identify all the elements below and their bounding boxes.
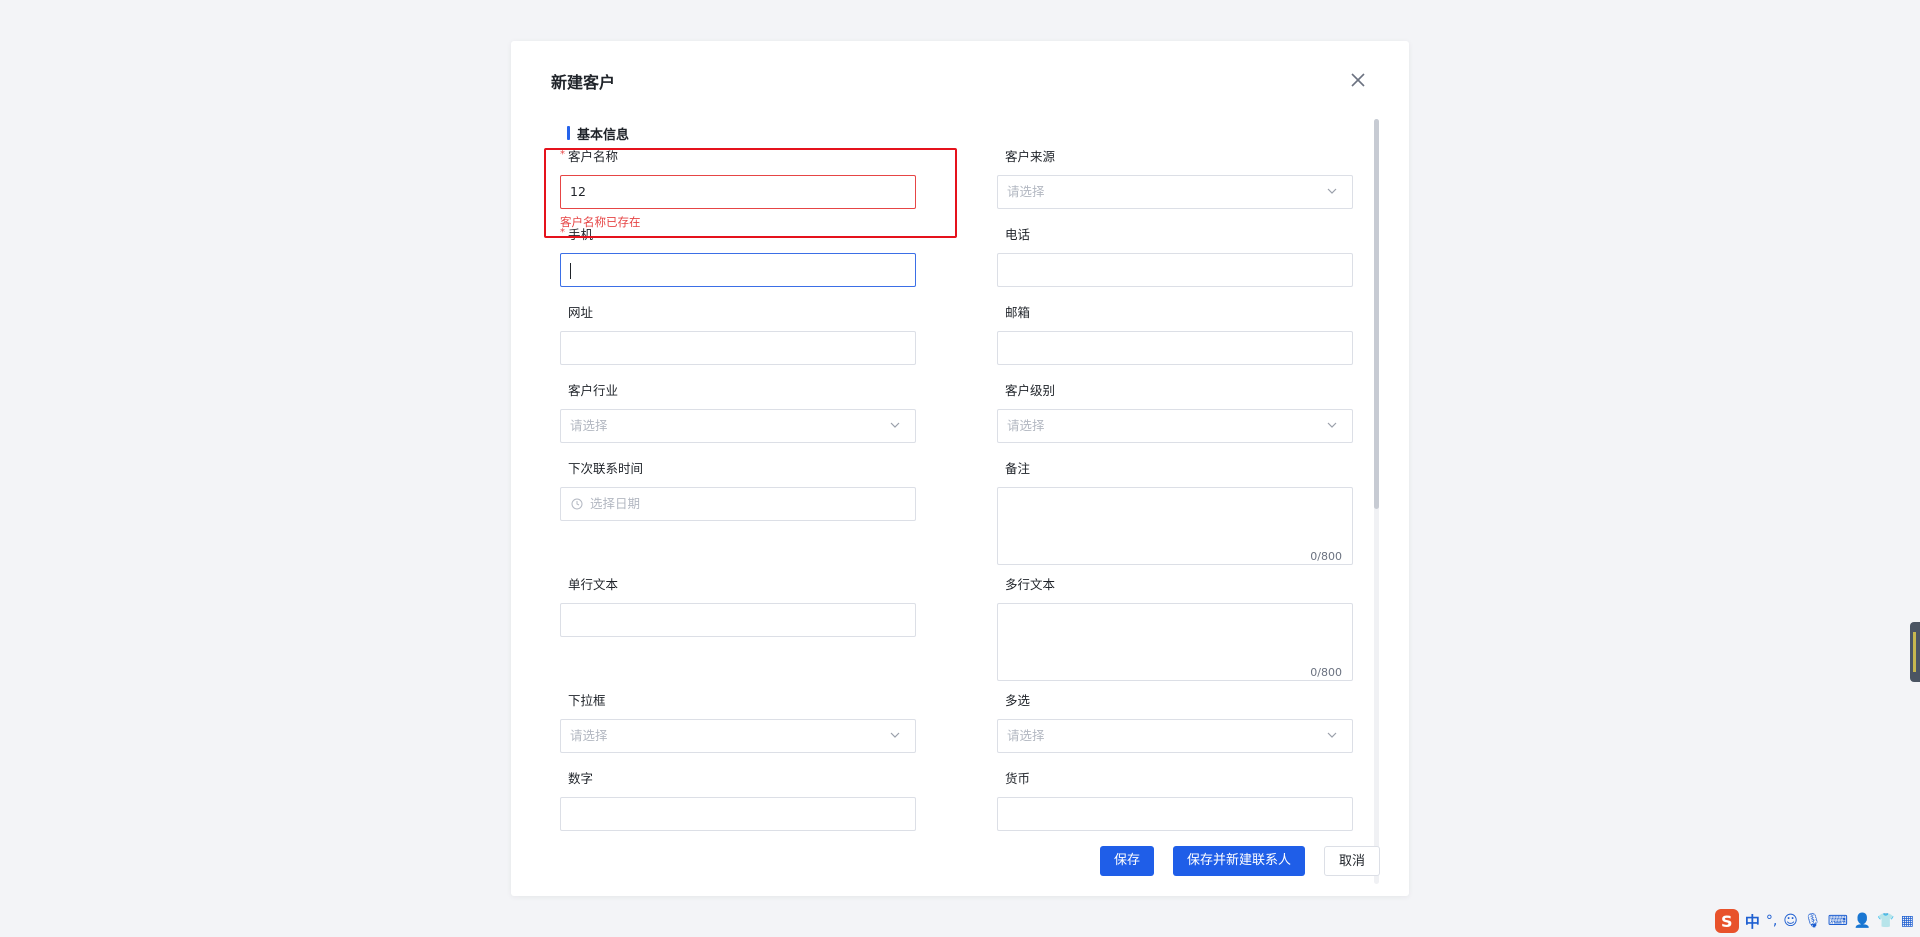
remark-textarea[interactable]: 0/800 [997,487,1353,565]
currency-input[interactable] [997,797,1353,831]
number-label: 数字 [568,771,594,786]
close-icon[interactable] [1347,69,1369,91]
customer-source-label: 客户来源 [1005,149,1056,164]
multi-text-label: 多行文本 [1005,577,1056,592]
microphone-icon[interactable]: 🎙 [1804,913,1822,929]
chevron-down-icon [1327,188,1337,194]
email-input[interactable] [997,331,1353,365]
field-currency: 货币 [997,770,1353,831]
chevron-down-icon [890,732,900,738]
customer-name-label: 客户名称 [568,149,619,164]
ime-language-toggle[interactable]: 中 [1745,911,1760,932]
skin-icon[interactable]: 👕 [1877,913,1894,929]
dialog-title: 新建客户 [551,73,616,92]
phone-input[interactable] [997,253,1353,287]
field-number: 数字 [560,770,916,831]
level-select[interactable]: 请选择 [997,409,1353,443]
single-text-label: 单行文本 [568,577,619,592]
chevron-down-icon [1327,422,1337,428]
customer-source-select[interactable]: 请选择 [997,175,1353,209]
customer-name-value: 12 [570,184,586,199]
next-contact-datepicker[interactable]: 选择日期 [560,487,916,521]
multi-select-select[interactable]: 请选择 [997,719,1353,753]
keyboard-icon[interactable]: ⌨ [1828,913,1848,929]
mobile-input[interactable] [560,253,916,287]
remark-counter: 0/800 [1310,550,1342,563]
required-mark: * [560,227,565,238]
email-label: 邮箱 [1005,305,1031,320]
cancel-button[interactable]: 取消 [1323,846,1380,876]
clock-icon [571,498,583,510]
industry-label: 客户行业 [568,383,619,398]
remark-label: 备注 [1005,461,1031,476]
field-multi-text: 多行文本 0/800 [997,576,1353,681]
customer-source-placeholder: 请选择 [1007,184,1045,199]
website-label: 网址 [568,305,594,320]
multi-text-textarea[interactable]: 0/800 [997,603,1353,681]
field-website: 网址 [560,304,916,365]
number-input[interactable] [560,797,916,831]
field-single-text: 单行文本 [560,576,916,637]
chevron-down-icon [1327,732,1337,738]
field-phone: 电话 [997,226,1353,287]
save-and-new-contact-button[interactable]: 保存并新建联系人 [1172,846,1305,876]
field-level: 客户级别 请选择 [997,382,1353,443]
ime-punctuation-toggle[interactable]: °, [1766,913,1777,929]
ime-toolbar: S 中 °, ☺ 🎙 ⌨ 👤 👕 ▦ [1714,907,1914,935]
currency-label: 货币 [1005,771,1031,786]
dropdown-select[interactable]: 请选择 [560,719,916,753]
section-title: 基本信息 [567,124,629,143]
customer-name-input[interactable]: 12 [560,175,916,209]
dropdown-label: 下拉框 [568,693,606,708]
field-email: 邮箱 [997,304,1353,365]
multi-select-placeholder: 请选择 [1007,728,1045,743]
new-customer-dialog: 新建客户 基本信息 * 客户名称 12 客户名称已存在 客户来源 请选择 * 手机 … [511,41,1409,896]
single-text-input[interactable] [560,603,916,637]
multi-text-counter: 0/800 [1310,666,1342,679]
field-customer-name: * 客户名称 12 客户名称已存在 [560,148,916,230]
field-customer-source: 客户来源 请选择 [997,148,1353,209]
chevron-down-icon [890,422,900,428]
industry-placeholder: 请选择 [570,418,608,433]
level-label: 客户级别 [1005,383,1056,398]
field-remark: 备注 0/800 [997,460,1353,565]
scrollbar-thumb[interactable] [1374,119,1379,509]
dropdown-placeholder: 请选择 [570,728,608,743]
field-industry: 客户行业 请选择 [560,382,916,443]
field-next-contact: 下次联系时间 选择日期 [560,460,916,521]
scrollbar[interactable] [1374,119,1379,884]
required-mark: * [560,149,565,160]
field-dropdown: 下拉框 请选择 [560,692,916,753]
field-multi-select: 多选 请选择 [997,692,1353,753]
ime-logo-icon[interactable]: S [1714,909,1739,933]
phone-label: 电话 [1005,227,1031,242]
side-widget-handle[interactable] [1910,622,1920,682]
user-icon[interactable]: 👤 [1854,913,1871,929]
level-placeholder: 请选择 [1007,418,1045,433]
text-caret [570,263,571,279]
dialog-footer: 保存 保存并新建联系人 取消 [1099,846,1380,876]
website-input[interactable] [560,331,916,365]
industry-select[interactable]: 请选择 [560,409,916,443]
next-contact-label: 下次联系时间 [568,461,644,476]
form-body: 基本信息 * 客户名称 12 客户名称已存在 客户来源 请选择 * 手机 电话 网址 [551,119,1381,884]
field-mobile: * 手机 [560,226,916,287]
mobile-label: 手机 [568,227,594,242]
save-button[interactable]: 保存 [1099,846,1154,876]
multi-select-label: 多选 [1005,693,1031,708]
emoji-icon[interactable]: ☺ [1783,913,1798,929]
toolbox-icon[interactable]: ▦ [1901,913,1914,929]
